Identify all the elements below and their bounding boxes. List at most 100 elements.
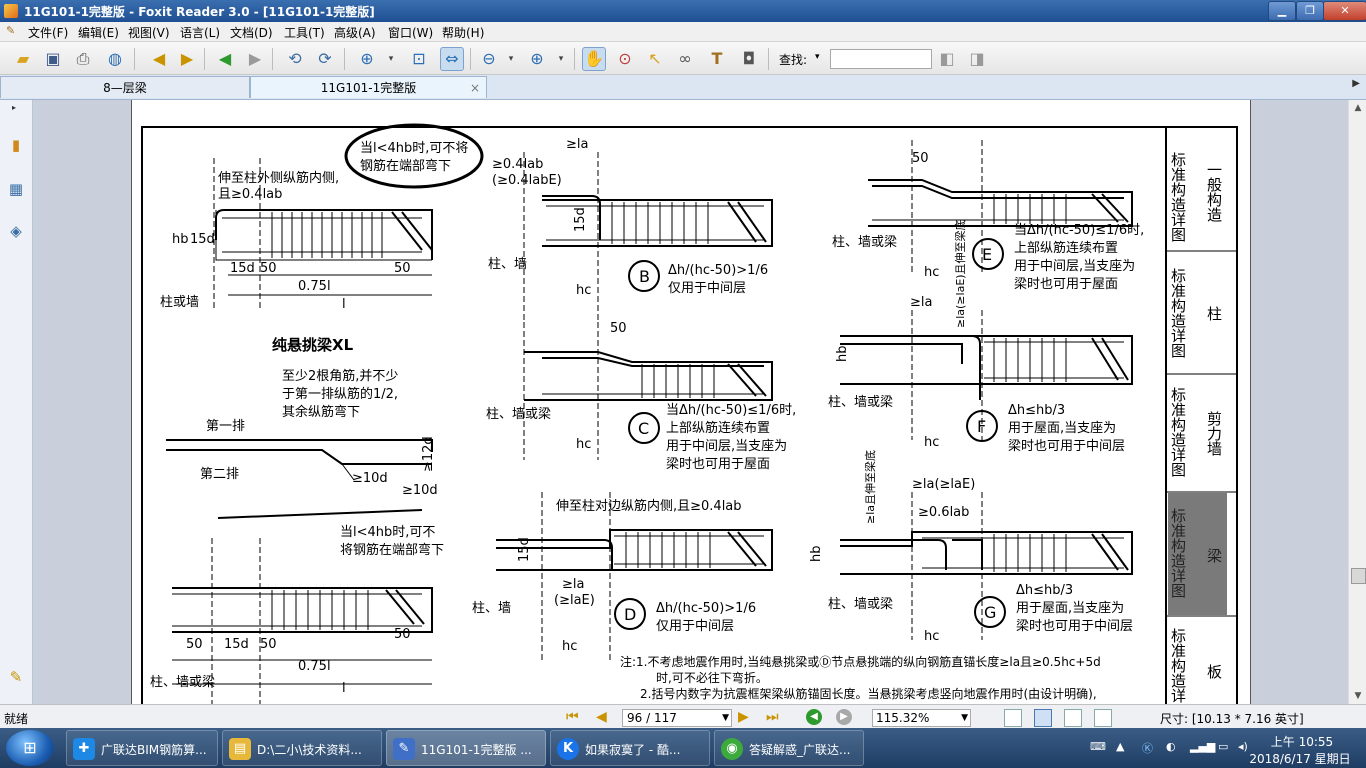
menu-edit[interactable]: 编辑(E) — [78, 24, 119, 41]
status-back-icon[interactable]: ◀ — [806, 709, 822, 725]
menu-document[interactable]: 文档(D) — [230, 24, 273, 41]
zoom-out-icon[interactable]: ⊖ — [478, 48, 500, 70]
title-bar: 11G101-1完整版 - Foxit Reader 3.0 - [11G101… — [0, 0, 1366, 22]
layers-icon[interactable]: ◈ — [5, 220, 27, 242]
task-explorer-folder[interactable]: ▤ D:\二小\技术资料... — [222, 730, 382, 766]
go-back-icon[interactable]: ◀ — [214, 48, 236, 70]
open-folder-icon[interactable]: ▰ — [12, 48, 34, 70]
lower-dim-50a: 50 — [186, 637, 203, 652]
keyboard-icon[interactable]: ⌨ — [1090, 740, 1106, 753]
hand-tool-icon[interactable]: ✋ — [582, 47, 606, 71]
continuous-page-icon[interactable] — [1034, 709, 1052, 727]
fit-width-icon[interactable]: ⇔ — [440, 47, 464, 71]
continuous-facing-icon[interactable] — [1094, 709, 1112, 727]
xl-dim-15d: 15d — [230, 261, 255, 276]
status-previous-page-icon[interactable]: ◀ — [596, 708, 607, 726]
tab-11g101-1[interactable]: 11G101-1完整版 × — [250, 76, 487, 98]
single-page-icon[interactable] — [1004, 709, 1022, 727]
menu-tools[interactable]: 工具(T) — [284, 24, 325, 41]
task-foxit-reader[interactable]: ✎ 11G101-1完整版 ... — [386, 730, 546, 766]
scroll-down-icon[interactable]: ▼ — [1349, 688, 1366, 704]
text-select-icon[interactable]: T — [706, 48, 728, 70]
zoom-dropdown-icon[interactable]: ▾ — [380, 48, 402, 70]
attachments-paperclip-icon[interactable]: ✎ — [5, 666, 27, 688]
restore-button[interactable]: ❐ — [1296, 1, 1324, 21]
snapshot-camera-icon[interactable]: ◘ — [738, 48, 760, 70]
start-windows-icon[interactable]: ⊞ — [6, 730, 54, 766]
page-thumbnails-icon[interactable]: ▦ — [5, 178, 27, 200]
menu-help[interactable]: 帮助(H) — [442, 24, 484, 41]
find-input[interactable] — [830, 49, 932, 69]
menu-file[interactable]: 文件(F) — [28, 24, 68, 41]
tab-8-layer-beam[interactable]: 8—层梁 — [0, 76, 250, 98]
zoom-in-icon[interactable]: ⊕ — [356, 48, 378, 70]
network-signal-icon[interactable]: ▂▄▆ — [1190, 740, 1215, 753]
go-forward-icon[interactable]: ▶ — [244, 48, 266, 70]
document-viewer[interactable]: 标准构造详图 一般构造 标准构造详图 柱 标准构造详图 剪力墙 标准构造详图 梁… — [33, 100, 1348, 704]
menu-language[interactable]: 语言(L) — [180, 24, 220, 41]
find-next-icon[interactable]: ◨ — [966, 48, 988, 70]
kugou-tray-icon[interactable]: Ⓚ — [1142, 740, 1153, 756]
battery-icon[interactable]: ▭ — [1218, 740, 1228, 753]
side-index-1-right: 柱 — [1205, 306, 1223, 321]
panel-expand-icon[interactable]: ▸ — [12, 103, 16, 112]
first-page-icon[interactable]: ⏮ — [566, 708, 579, 726]
side-index-0-right: 一般构造 — [1205, 162, 1223, 223]
scroll-thumb[interactable] — [1351, 568, 1366, 584]
status-forward-icon[interactable]: ▶ — [836, 709, 852, 725]
zoom-in-small-icon[interactable]: ⊕ — [526, 48, 548, 70]
tray-expand-icon[interactable]: ▲ — [1116, 740, 1124, 753]
previous-page-icon[interactable]: ◀ — [148, 48, 170, 70]
select-arrow-icon[interactable]: ↖ — [644, 48, 666, 70]
fit-page-icon[interactable]: ⊡ — [408, 48, 430, 70]
xl-heading: 纯悬挑梁XL — [272, 336, 354, 354]
email-globe-icon[interactable]: ◍ — [104, 48, 126, 70]
document-tab-bar: 8—层梁 11G101-1完整版 × ▶ — [0, 75, 1366, 100]
menu-advanced[interactable]: 高级(A) — [334, 24, 376, 41]
side-index-2-right: 剪力墙 — [1205, 411, 1223, 456]
zoom-dropdown-icon[interactable]: ▼ — [961, 710, 968, 726]
close-button[interactable]: ✕ — [1323, 1, 1366, 21]
loupe-tool-icon[interactable]: ⊙ — [614, 48, 636, 70]
zoom-field[interactable]: 115.32% ▼ — [872, 709, 971, 727]
lower-support-label: 柱、墙或梁 — [150, 675, 215, 690]
lower-dim-15d: 15d — [224, 637, 249, 652]
side-index: 标准构造详图 一般构造 标准构造详图 柱 标准构造详图 剪力墙 标准构造详图 梁… — [1166, 152, 1237, 703]
tab-scroll-arrow-icon[interactable]: ▶ — [1352, 78, 1360, 89]
node-g-letter: G — [984, 603, 996, 622]
print-icon[interactable]: ⎙ — [72, 48, 94, 70]
node-c-text1: 当Δh/(hc-50)≤1/6时, — [666, 403, 796, 418]
facing-pages-icon[interactable] — [1064, 709, 1082, 727]
page-size: 尺寸: [10.13 * 7.16 英寸] — [1160, 712, 1304, 726]
vertical-scrollbar[interactable]: ▲ ▼ — [1348, 100, 1366, 704]
rotate-left-icon[interactable]: ⟲ — [284, 48, 306, 70]
page-dropdown-icon[interactable]: ▼ — [722, 710, 729, 726]
side-index-3-left: 标准构造详图 — [1169, 508, 1187, 598]
bookmarks-icon[interactable]: ▮ — [5, 134, 27, 156]
menu-view[interactable]: 视图(V) — [128, 24, 170, 41]
input-method-icon[interactable]: ◐ — [1166, 740, 1176, 753]
binoculars-icon[interactable]: ∞ — [674, 48, 696, 70]
save-icon[interactable]: ▣ — [42, 48, 64, 70]
next-page-icon[interactable]: ▶ — [176, 48, 198, 70]
task-glodon-qa[interactable]: ◉ 答疑解惑_广联达... — [714, 730, 864, 766]
minimize-button[interactable]: ▁ — [1268, 1, 1296, 21]
clock-time[interactable]: 上午 10:55 — [1262, 733, 1342, 750]
xl-bend-10d-a: ≥10d — [352, 471, 388, 486]
scroll-up-icon[interactable]: ▲ — [1349, 100, 1366, 116]
find-options-dropdown-icon[interactable]: ▾ — [815, 52, 820, 62]
status-next-page-icon[interactable]: ▶ — [738, 708, 749, 726]
zoom-in-dropdown-icon[interactable]: ▾ — [550, 48, 572, 70]
zoom-out-dropdown-icon[interactable]: ▾ — [500, 48, 522, 70]
find-previous-icon[interactable]: ◧ — [936, 48, 958, 70]
clock-date[interactable]: 2018/6/17 星期日 — [1240, 750, 1360, 767]
lower-dim-50b: 50 — [260, 637, 277, 652]
page-number-field[interactable]: 96 / 117 ▼ — [622, 709, 732, 727]
node-e-hc: hc — [924, 265, 939, 280]
rotate-right-icon[interactable]: ⟳ — [314, 48, 336, 70]
last-page-icon[interactable]: ⏭ — [766, 708, 779, 726]
task-kugou-music[interactable]: K 如果寂寞了 - 酷... — [550, 730, 710, 766]
tab-close-icon[interactable]: × — [470, 77, 480, 99]
menu-window[interactable]: 窗口(W) — [388, 24, 433, 41]
task-glodon-bim[interactable]: ✚ 广联达BIM钢筋算... — [66, 730, 218, 766]
